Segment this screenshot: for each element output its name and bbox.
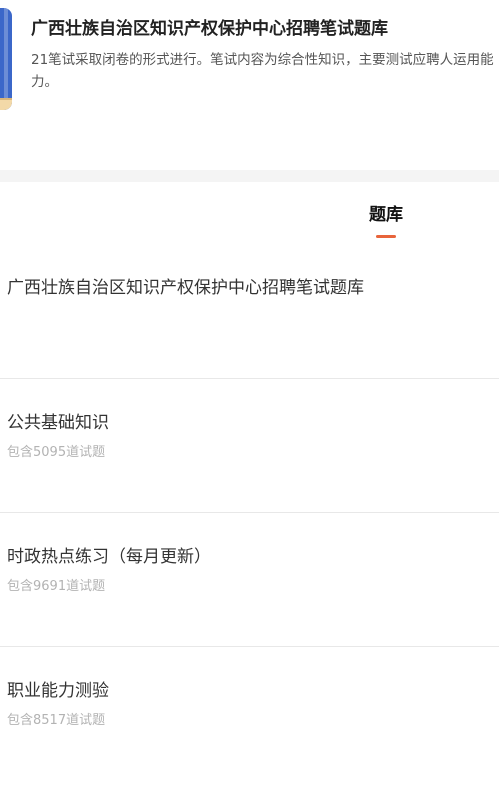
exam-header: 广西壮族自治区知识产权保护中心招聘笔试题库 21笔试采取闭卷的形式进行。笔试内容… — [0, 0, 499, 130]
question-bank-heading: 广西壮族自治区知识产权保护中心招聘笔试题库 — [7, 278, 364, 298]
page: 广西壮族自治区知识产权保护中心招聘笔试题库 21笔试采取闭卷的形式进行。笔试内容… — [0, 0, 499, 804]
question-bank-list: 公共基础知识 包含5095道试题 时政热点练习（每月更新） 包含9691道试题 … — [0, 378, 499, 780]
list-item-count: 包含9691道试题 — [7, 579, 106, 594]
exam-description: 21笔试采取闭卷的形式进行。笔试内容为综合性知识，主要测试应聘人运用能力。 — [31, 52, 494, 90]
tab-active-indicator — [376, 235, 396, 238]
tab-label: 题库 — [369, 205, 403, 225]
book-cover-icon — [0, 8, 12, 110]
list-item-count: 包含8517道试题 — [7, 713, 106, 728]
list-item-aptitude-test[interactable]: 职业能力测验 包含8517道试题 — [0, 647, 499, 780]
tab-question-bank[interactable]: 题库 — [340, 200, 432, 238]
book-shine — [4, 8, 8, 98]
list-item-title: 时政热点练习（每月更新） — [7, 547, 211, 567]
section-divider-band — [0, 170, 499, 182]
list-item-title: 公共基础知识 — [7, 413, 109, 433]
book-pages — [0, 98, 12, 110]
list-item-current-affairs[interactable]: 时政热点练习（每月更新） 包含9691道试题 — [0, 513, 499, 646]
list-item-count: 包含5095道试题 — [7, 445, 106, 460]
list-item-public-basics[interactable]: 公共基础知识 包含5095道试题 — [0, 379, 499, 512]
list-item-title: 职业能力测验 — [7, 681, 109, 701]
exam-title: 广西壮族自治区知识产权保护中心招聘笔试题库 — [31, 19, 388, 39]
